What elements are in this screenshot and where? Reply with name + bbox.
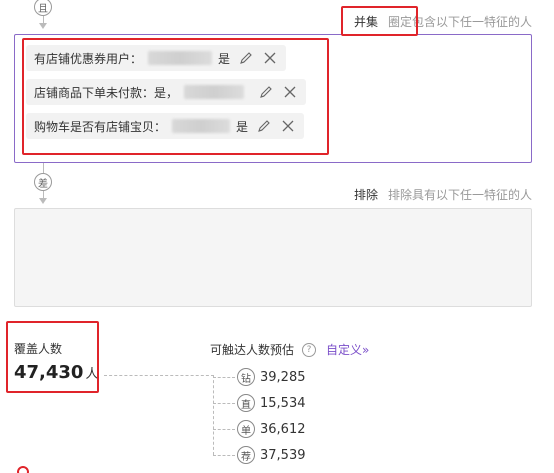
edit-icon[interactable] [258, 84, 274, 100]
tree-line-branch [213, 455, 235, 456]
close-icon[interactable] [280, 118, 296, 134]
reach-channel-row: 单 36,612 [237, 420, 306, 438]
masked-value [172, 119, 231, 133]
coverage-unit: 人 [85, 367, 99, 382]
tree-line-branch [213, 429, 235, 430]
condition-label: 店铺商品下单未付款： [34, 85, 155, 100]
union-mode-label[interactable]: 并集 [354, 13, 378, 30]
and-operator-badge: 且 [34, 0, 52, 16]
arrow-down-icon [39, 23, 47, 29]
channel-value: 37,539 [260, 447, 306, 463]
reach-title: 可触达人数预估 [210, 343, 295, 357]
channel-value: 39,285 [260, 369, 306, 385]
recommend-channel-icon: 荐 [237, 446, 255, 464]
channel-value: 15,534 [260, 395, 306, 411]
edit-icon[interactable] [238, 50, 254, 66]
exclude-panel-header: 排除 排除具有以下任一特征的人 [354, 186, 532, 203]
single-channel-icon: 单 [237, 420, 255, 438]
condition-chip: 购物车是否有店铺宝贝： 是 [26, 113, 305, 139]
exclude-mode-label[interactable]: 排除 [354, 186, 378, 203]
coverage-label: 覆盖人数 [14, 342, 63, 356]
masked-value [184, 85, 245, 99]
customize-link[interactable]: 自定义» [326, 341, 369, 358]
condition-value: 是， [154, 85, 179, 100]
condition-label: 有店铺优惠券用户： [34, 51, 143, 66]
include-description: 圈定包含以下任一特征的人 [387, 15, 532, 29]
partial-red-badge-icon [17, 466, 29, 473]
include-panel-header: 并集 圈定包含以下任一特征的人 [354, 13, 532, 30]
coverage-number: 47,430 [14, 362, 84, 383]
diamond-channel-icon: 钻 [237, 368, 255, 386]
reach-channel-row: 荐 37,539 [237, 446, 306, 464]
edit-icon[interactable] [256, 118, 272, 134]
close-icon[interactable] [262, 50, 278, 66]
reach-channel-row: 钻 39,285 [237, 368, 306, 386]
masked-value [148, 51, 213, 65]
exclude-conditions-panel[interactable] [14, 208, 532, 307]
minus-operator-badge: 差 [34, 173, 52, 191]
close-icon[interactable] [282, 84, 298, 100]
condition-chip: 有店铺优惠券用户： 是 [26, 45, 287, 71]
exclude-description: 排除具有以下任一特征的人 [387, 188, 532, 202]
connector-line-middle [43, 163, 44, 173]
tree-line-branch [213, 403, 235, 404]
help-icon[interactable]: ? [302, 342, 317, 357]
tree-line-trunk [213, 375, 214, 455]
condition-value: 是 [236, 119, 249, 134]
arrow-down-icon [39, 198, 47, 204]
reach-estimate-header: 可触达人数预估 ? 自定义» [210, 341, 369, 358]
condition-chip: 店铺商品下单未付款： 是， [26, 79, 307, 105]
direct-channel-icon: 直 [237, 394, 255, 412]
reach-channel-row: 直 15,534 [237, 394, 306, 412]
coverage-count: 47,430 人 [14, 362, 98, 383]
condition-label: 购物车是否有店铺宝贝： [34, 119, 167, 134]
tree-line-root [104, 375, 214, 376]
condition-value: 是 [218, 51, 231, 66]
tree-line-branch [213, 377, 235, 378]
channel-value: 36,612 [260, 421, 306, 437]
